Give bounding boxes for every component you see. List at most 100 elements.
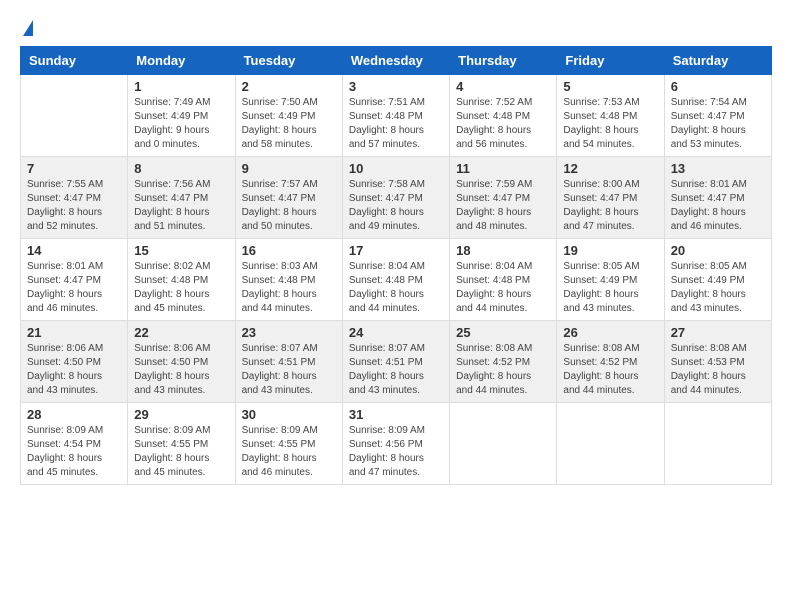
page-header	[20, 20, 772, 36]
day-info: Sunrise: 8:06 AM Sunset: 4:50 PM Dayligh…	[27, 342, 121, 398]
calendar-cell: 11 Sunrise: 7:59 AM Sunset: 4:47 PM Dayli…	[450, 157, 557, 239]
calendar-cell: 12 Sunrise: 8:00 AM Sunset: 4:47 PM Dayli…	[557, 157, 664, 239]
day-number: 4	[456, 79, 550, 94]
day-info: Sunrise: 8:05 AM Sunset: 4:49 PM Dayligh…	[563, 260, 657, 316]
day-info: Sunrise: 8:07 AM Sunset: 4:51 PM Dayligh…	[242, 342, 336, 398]
day-number: 9	[242, 161, 336, 176]
day-number: 30	[242, 407, 336, 422]
day-number: 10	[349, 161, 443, 176]
day-info: Sunrise: 8:09 AM Sunset: 4:55 PM Dayligh…	[134, 424, 228, 480]
day-number: 6	[671, 79, 765, 94]
calendar-cell: 6 Sunrise: 7:54 AM Sunset: 4:47 PM Daylig…	[664, 75, 771, 157]
day-number: 2	[242, 79, 336, 94]
calendar-cell: 17 Sunrise: 8:04 AM Sunset: 4:48 PM Dayli…	[342, 239, 449, 321]
day-header-sunday: Sunday	[21, 47, 128, 75]
day-info: Sunrise: 8:00 AM Sunset: 4:47 PM Dayligh…	[563, 178, 657, 234]
day-number: 14	[27, 243, 121, 258]
calendar-cell: 31Sunrise: 8:09 AM Sunset: 4:56 PM Dayli…	[342, 403, 449, 485]
day-info: Sunrise: 8:05 AM Sunset: 4:49 PM Dayligh…	[671, 260, 765, 316]
calendar-cell: 9 Sunrise: 7:57 AM Sunset: 4:47 PM Daylig…	[235, 157, 342, 239]
calendar-cell: 1 Sunrise: 7:49 AM Sunset: 4:49 PM Daylig…	[128, 75, 235, 157]
day-number: 1	[134, 79, 228, 94]
day-info: Sunrise: 8:01 AM Sunset: 4:47 PM Dayligh…	[27, 260, 121, 316]
calendar-cell: 21 Sunrise: 8:06 AM Sunset: 4:50 PM Dayli…	[21, 321, 128, 403]
calendar-cell: 10 Sunrise: 7:58 AM Sunset: 4:47 PM Dayli…	[342, 157, 449, 239]
day-info: Sunrise: 7:58 AM Sunset: 4:47 PM Dayligh…	[349, 178, 443, 234]
calendar-cell	[21, 75, 128, 157]
calendar-cell: 22Sunrise: 8:06 AM Sunset: 4:50 PM Dayli…	[128, 321, 235, 403]
day-number: 23	[242, 325, 336, 340]
day-number: 5	[563, 79, 657, 94]
calendar-week-row: 1 Sunrise: 7:49 AM Sunset: 4:49 PM Daylig…	[21, 75, 772, 157]
day-number: 24	[349, 325, 443, 340]
calendar-week-row: 7Sunrise: 7:55 AM Sunset: 4:47 PM Daylig…	[21, 157, 772, 239]
calendar-cell: 16 Sunrise: 8:03 AM Sunset: 4:48 PM Dayli…	[235, 239, 342, 321]
calendar-cell: 3 Sunrise: 7:51 AM Sunset: 4:48 PM Daylig…	[342, 75, 449, 157]
day-info: Sunrise: 8:07 AM Sunset: 4:51 PM Dayligh…	[349, 342, 443, 398]
calendar-cell: 25 Sunrise: 8:08 AM Sunset: 4:52 PM Dayli…	[450, 321, 557, 403]
day-number: 15	[134, 243, 228, 258]
day-info: Sunrise: 8:02 AM Sunset: 4:48 PM Dayligh…	[134, 260, 228, 316]
calendar-cell: 5Sunrise: 7:53 AM Sunset: 4:48 PM Daylig…	[557, 75, 664, 157]
day-header-thursday: Thursday	[450, 47, 557, 75]
day-number: 13	[671, 161, 765, 176]
calendar-cell: 14 Sunrise: 8:01 AM Sunset: 4:47 PM Dayli…	[21, 239, 128, 321]
calendar-cell: 24 Sunrise: 8:07 AM Sunset: 4:51 PM Dayli…	[342, 321, 449, 403]
day-info: Sunrise: 7:50 AM Sunset: 4:49 PM Dayligh…	[242, 96, 336, 152]
day-header-saturday: Saturday	[664, 47, 771, 75]
day-info: Sunrise: 7:57 AM Sunset: 4:47 PM Dayligh…	[242, 178, 336, 234]
day-number: 31	[349, 407, 443, 422]
calendar-header-row: SundayMondayTuesdayWednesdayThursdayFrid…	[21, 47, 772, 75]
day-info: Sunrise: 7:55 AM Sunset: 4:47 PM Dayligh…	[27, 178, 121, 234]
logo	[20, 20, 33, 36]
day-number: 22	[134, 325, 228, 340]
calendar-cell: 4 Sunrise: 7:52 AM Sunset: 4:48 PM Daylig…	[450, 75, 557, 157]
calendar-week-row: 14 Sunrise: 8:01 AM Sunset: 4:47 PM Dayli…	[21, 239, 772, 321]
calendar-cell: 8 Sunrise: 7:56 AM Sunset: 4:47 PM Daylig…	[128, 157, 235, 239]
day-header-friday: Friday	[557, 47, 664, 75]
day-number: 28	[27, 407, 121, 422]
day-info: Sunrise: 7:54 AM Sunset: 4:47 PM Dayligh…	[671, 96, 765, 152]
day-number: 17	[349, 243, 443, 258]
calendar-cell: 27 Sunrise: 8:08 AM Sunset: 4:53 PM Dayli…	[664, 321, 771, 403]
calendar-cell: 23 Sunrise: 8:07 AM Sunset: 4:51 PM Dayli…	[235, 321, 342, 403]
day-number: 27	[671, 325, 765, 340]
day-info: Sunrise: 8:03 AM Sunset: 4:48 PM Dayligh…	[242, 260, 336, 316]
day-info: Sunrise: 8:04 AM Sunset: 4:48 PM Dayligh…	[349, 260, 443, 316]
day-info: Sunrise: 7:51 AM Sunset: 4:48 PM Dayligh…	[349, 96, 443, 152]
day-number: 20	[671, 243, 765, 258]
calendar-cell: 30Sunrise: 8:09 AM Sunset: 4:55 PM Dayli…	[235, 403, 342, 485]
calendar-cell: 28Sunrise: 8:09 AM Sunset: 4:54 PM Dayli…	[21, 403, 128, 485]
calendar-cell: 15 Sunrise: 8:02 AM Sunset: 4:48 PM Dayli…	[128, 239, 235, 321]
day-info: Sunrise: 7:52 AM Sunset: 4:48 PM Dayligh…	[456, 96, 550, 152]
day-number: 18	[456, 243, 550, 258]
day-number: 29	[134, 407, 228, 422]
day-number: 8	[134, 161, 228, 176]
calendar-cell	[557, 403, 664, 485]
day-info: Sunrise: 7:59 AM Sunset: 4:47 PM Dayligh…	[456, 178, 550, 234]
calendar-cell: 2 Sunrise: 7:50 AM Sunset: 4:49 PM Daylig…	[235, 75, 342, 157]
day-info: Sunrise: 8:08 AM Sunset: 4:53 PM Dayligh…	[671, 342, 765, 398]
calendar-cell: 19Sunrise: 8:05 AM Sunset: 4:49 PM Dayli…	[557, 239, 664, 321]
day-info: Sunrise: 7:49 AM Sunset: 4:49 PM Dayligh…	[134, 96, 228, 152]
calendar-cell: 18 Sunrise: 8:04 AM Sunset: 4:48 PM Dayli…	[450, 239, 557, 321]
calendar-cell	[664, 403, 771, 485]
calendar-cell: 13 Sunrise: 8:01 AM Sunset: 4:47 PM Dayli…	[664, 157, 771, 239]
day-number: 11	[456, 161, 550, 176]
day-info: Sunrise: 8:08 AM Sunset: 4:52 PM Dayligh…	[456, 342, 550, 398]
day-number: 25	[456, 325, 550, 340]
day-info: Sunrise: 8:01 AM Sunset: 4:47 PM Dayligh…	[671, 178, 765, 234]
day-number: 21	[27, 325, 121, 340]
calendar-table: SundayMondayTuesdayWednesdayThursdayFrid…	[20, 46, 772, 485]
day-info: Sunrise: 7:56 AM Sunset: 4:47 PM Dayligh…	[134, 178, 228, 234]
day-header-tuesday: Tuesday	[235, 47, 342, 75]
calendar-cell: 26Sunrise: 8:08 AM Sunset: 4:52 PM Dayli…	[557, 321, 664, 403]
day-number: 3	[349, 79, 443, 94]
day-info: Sunrise: 8:04 AM Sunset: 4:48 PM Dayligh…	[456, 260, 550, 316]
day-number: 16	[242, 243, 336, 258]
calendar-week-row: 21 Sunrise: 8:06 AM Sunset: 4:50 PM Dayli…	[21, 321, 772, 403]
calendar-week-row: 28Sunrise: 8:09 AM Sunset: 4:54 PM Dayli…	[21, 403, 772, 485]
day-number: 12	[563, 161, 657, 176]
calendar-cell: 29 Sunrise: 8:09 AM Sunset: 4:55 PM Dayli…	[128, 403, 235, 485]
calendar-cell: 20 Sunrise: 8:05 AM Sunset: 4:49 PM Dayli…	[664, 239, 771, 321]
